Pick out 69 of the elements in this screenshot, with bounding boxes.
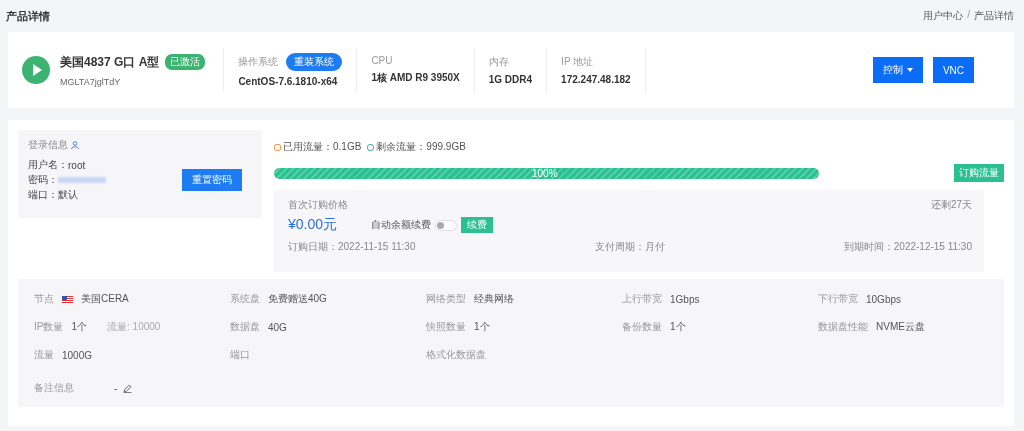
spec-extra: 流量: 10000 bbox=[107, 320, 161, 334]
spec-value: 40G bbox=[268, 321, 287, 333]
field-label: IP 地址 bbox=[561, 55, 594, 69]
spec-label: 下行带宽 bbox=[818, 292, 858, 306]
note-label: 备注信息 bbox=[34, 381, 75, 395]
spec-label: 备份数量 bbox=[622, 320, 662, 334]
spec-label: 数据盘 bbox=[230, 320, 260, 334]
progress-percent: 100% bbox=[532, 167, 558, 179]
spec-value: 免费赠送40G bbox=[268, 292, 327, 306]
edit-icon[interactable] bbox=[123, 383, 133, 393]
spec-value: 1个 bbox=[670, 320, 686, 334]
field-value: 172.247.48.182 bbox=[561, 74, 631, 85]
play-icon[interactable] bbox=[22, 56, 50, 84]
login-title: 登录信息 bbox=[28, 138, 68, 152]
billing-date: 到期时间：2022-12-15 11:30 bbox=[843, 240, 972, 254]
spec-label: 流量 bbox=[34, 348, 54, 362]
spec-label: 端口 bbox=[230, 348, 250, 362]
product-name: 美国4837 G口 A型 bbox=[60, 53, 160, 71]
used-traffic: 已用流量：0.1GB bbox=[283, 140, 362, 154]
login-label: 密码： bbox=[28, 173, 58, 187]
breadcrumb-separator: / bbox=[967, 9, 970, 22]
user-icon bbox=[71, 141, 79, 149]
field-value: CentOS-7.6.1810-x64 bbox=[238, 76, 339, 87]
billing-date: 支付周期：月付 bbox=[594, 240, 665, 254]
field-value: 1G DDR4 bbox=[488, 74, 533, 85]
breadcrumb-link[interactable]: 用户中心 bbox=[923, 9, 964, 23]
status-badge: 已激活 bbox=[165, 54, 206, 70]
spec-value: 1Gbps bbox=[670, 293, 700, 305]
login-value: 默认 bbox=[58, 188, 78, 202]
spec-value: 经典网络 bbox=[474, 292, 514, 306]
spec-value: 美国CERA bbox=[81, 292, 129, 306]
spec-value: 1个 bbox=[71, 320, 87, 334]
breadcrumb-link[interactable]: 产品详情 bbox=[974, 9, 1014, 23]
spec-value: NVME云盘 bbox=[876, 320, 925, 334]
spec-value: 1000G bbox=[62, 349, 93, 361]
reset-password-button[interactable]: 重置密码 bbox=[182, 169, 242, 191]
spec-label: 网络类型 bbox=[426, 292, 466, 306]
auto-renew-label: 自动余额续费 bbox=[371, 218, 432, 232]
field-value: 1核 AMD R9 3950X bbox=[371, 71, 460, 85]
page-title: 产品详情 bbox=[6, 8, 50, 24]
spec-label: 数据盘性能 bbox=[818, 320, 868, 334]
spec-label: 上行带宽 bbox=[622, 292, 662, 306]
spec-value: 1个 bbox=[474, 320, 490, 334]
control-button[interactable]: 控制 bbox=[872, 57, 923, 83]
price: ¥0.00元 bbox=[288, 216, 338, 234]
used-legend-icon bbox=[274, 143, 281, 151]
auto-renew-toggle[interactable] bbox=[435, 219, 458, 231]
field-label: 操作系统 bbox=[238, 55, 279, 69]
field-label: CPU bbox=[371, 55, 393, 66]
product-code: MGLTA7jglTdY bbox=[60, 76, 122, 87]
reinstall-button[interactable]: 重装系统 bbox=[286, 53, 343, 71]
spec-label: 系统盘 bbox=[230, 292, 260, 306]
field-label: 内存 bbox=[488, 55, 509, 69]
billing-date: 订购日期：2022-11-15 11:30 bbox=[288, 240, 416, 254]
blurred-password bbox=[58, 177, 106, 183]
remaining-legend-icon bbox=[367, 143, 375, 151]
note-value: - bbox=[114, 382, 118, 394]
days-left: 还剩27天 bbox=[930, 198, 972, 212]
spec-value: 10Gbps bbox=[866, 293, 902, 305]
spec-label: 格式化数据盘 bbox=[426, 348, 486, 362]
spec-label: IP数量 bbox=[34, 320, 64, 334]
spec-label: 节点 bbox=[34, 292, 54, 306]
vnc-button[interactable]: VNC bbox=[932, 57, 974, 83]
login-label: 用户名： bbox=[28, 158, 68, 172]
billing-title: 首次订购价格 bbox=[288, 198, 348, 212]
login-value: root bbox=[68, 159, 86, 171]
remaining-traffic: 剩余流量：999.9GB bbox=[376, 140, 466, 154]
spec-label: 快照数量 bbox=[426, 320, 466, 334]
login-label: 端口： bbox=[28, 188, 58, 202]
